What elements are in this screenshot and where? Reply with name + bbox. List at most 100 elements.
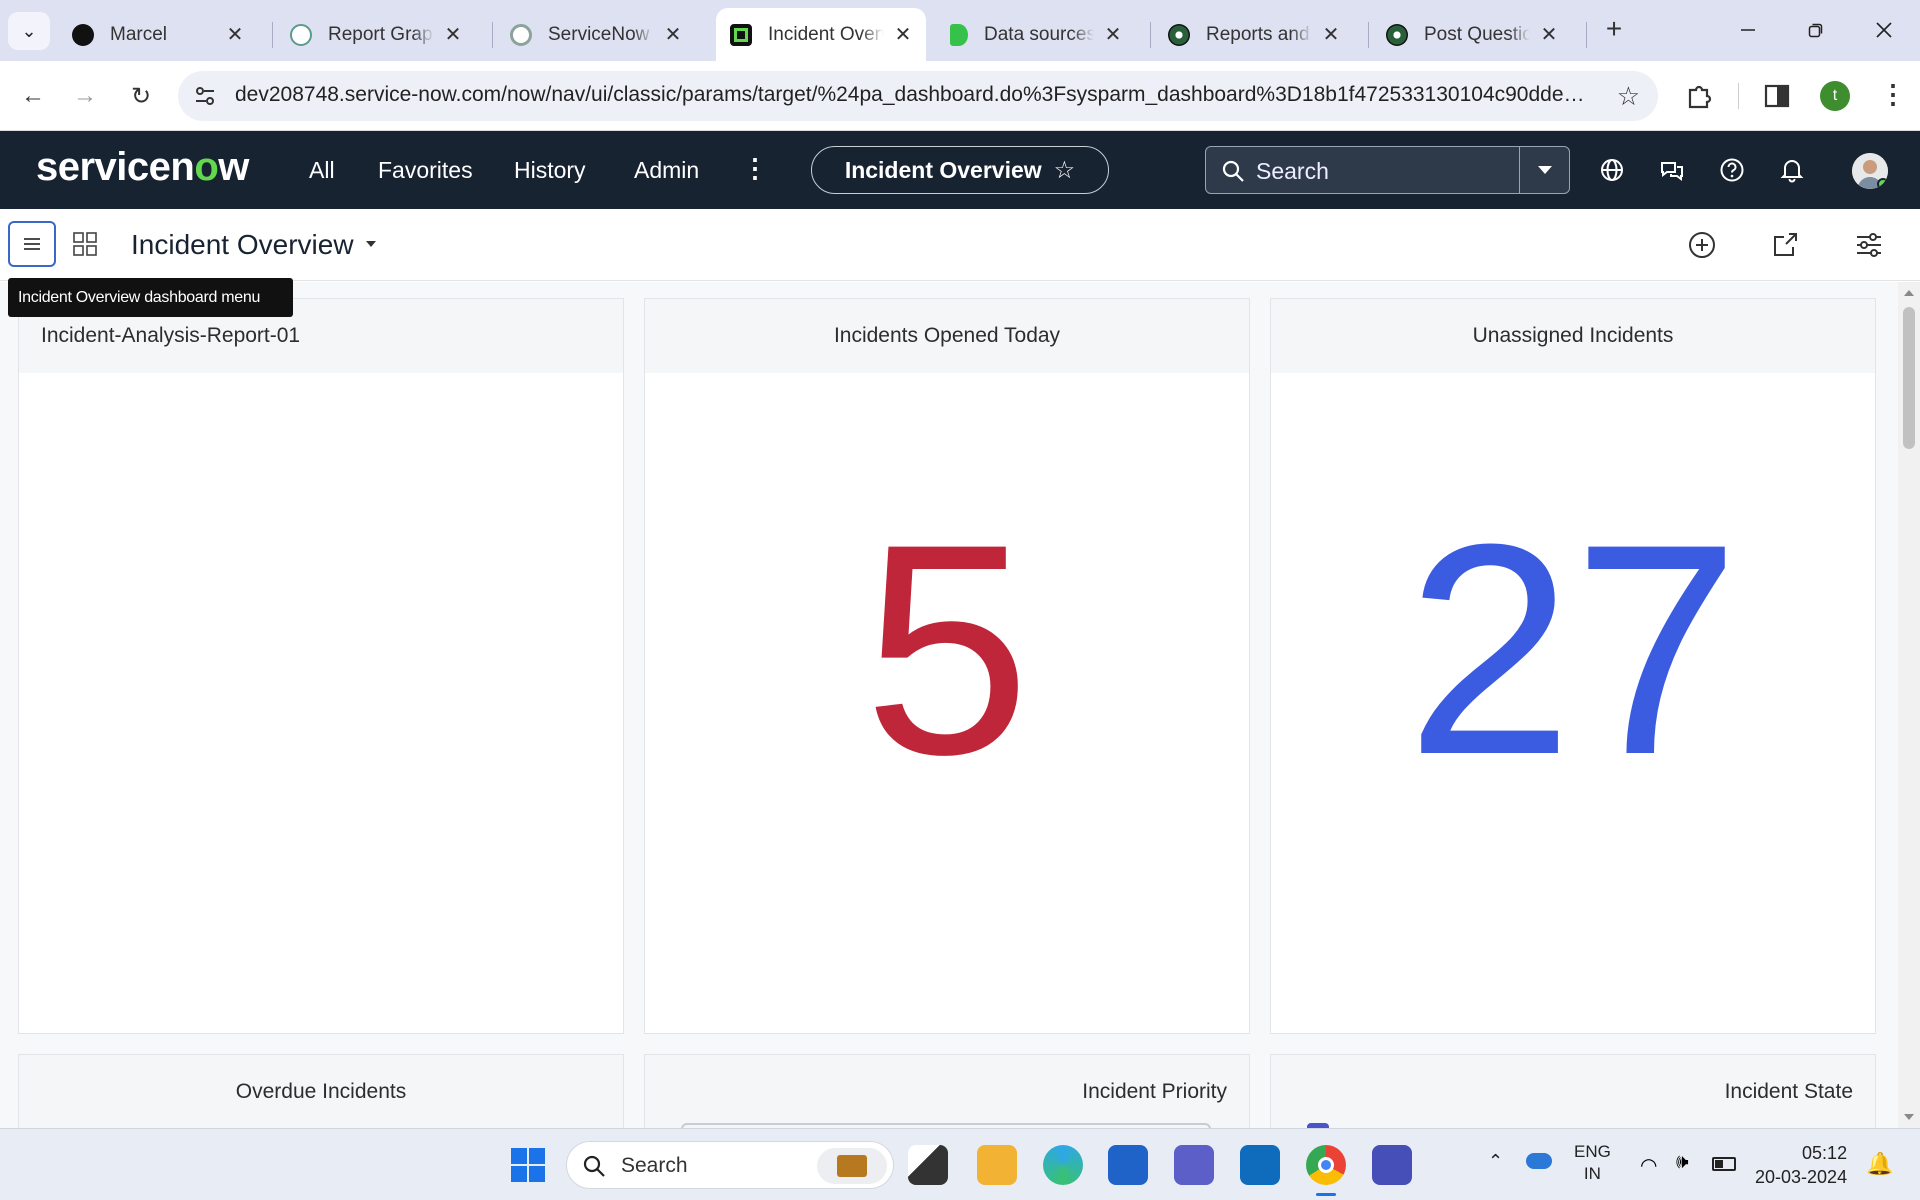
nav-history[interactable]: History <box>514 157 586 184</box>
tab-report-graph[interactable]: Report Graph ✕ <box>276 8 476 61</box>
reload-button[interactable]: ↻ <box>122 77 160 115</box>
servicenow-logo[interactable]: servicenow <box>36 145 249 190</box>
dashboard-switch-caret-icon[interactable] <box>366 241 376 247</box>
teams-icon[interactable] <box>1174 1145 1214 1185</box>
kebab-menu-icon[interactable]: ⋮ <box>1880 79 1906 110</box>
search-icon <box>1222 160 1244 182</box>
volume-icon[interactable]: 🕪 <box>1676 1151 1689 1174</box>
tab-servicenow-d[interactable]: ServiceNow D ✕ <box>496 8 696 61</box>
tab-incident-overview[interactable]: Incident Overv ✕ <box>716 8 926 61</box>
chat-icon[interactable] <box>1657 155 1687 185</box>
scroll-down-arrow-icon[interactable] <box>1904 1114 1914 1120</box>
scroll-up-arrow-icon[interactable] <box>1904 290 1914 296</box>
dashboard-canvas: Incident-Analysis-Report-01 Incidents Op… <box>0 282 1920 1128</box>
search-input[interactable]: Search <box>1256 158 1329 185</box>
tab-search-button[interactable]: ⌄ <box>8 12 50 50</box>
tab-title: Incident Overv <box>768 23 884 45</box>
bookmark-star-icon[interactable]: ☆ <box>1617 81 1640 112</box>
close-icon[interactable]: ✕ <box>224 22 246 47</box>
servicenow-header: servicenow All Favorites History Admin ⋮… <box>0 131 1920 209</box>
edge-icon[interactable] <box>1043 1145 1083 1185</box>
widget-overdue-incidents[interactable]: Overdue Incidents <box>18 1054 624 1128</box>
widget-incident-state[interactable]: Incident State <box>1270 1054 1876 1128</box>
file-explorer-icon[interactable] <box>977 1145 1017 1185</box>
dashboard-title[interactable]: Incident Overview <box>131 229 354 261</box>
nav-favorites[interactable]: Favorites <box>378 157 473 184</box>
system-clock[interactable]: 05:12 20-03-2024 <box>1755 1141 1847 1189</box>
page-scrollbar[interactable] <box>1898 282 1920 1128</box>
globe-icon[interactable] <box>1597 155 1627 185</box>
close-icon[interactable]: ✕ <box>892 22 914 47</box>
tab-divider <box>1586 22 1587 48</box>
address-bar[interactable]: dev208748.service-now.com/now/nav/ui/cla… <box>178 71 1658 121</box>
onedrive-icon[interactable] <box>1526 1153 1552 1169</box>
reload-icon: ↻ <box>130 82 152 110</box>
widget-incident-priority[interactable]: Incident Priority <box>644 1054 1250 1128</box>
browser-profile-avatar[interactable]: t <box>1820 81 1850 111</box>
context-title-pill[interactable]: Incident Overview ☆ <box>811 146 1109 194</box>
taskbar-search-label: Search <box>621 1154 688 1177</box>
extensions-icon[interactable] <box>1684 81 1714 111</box>
search-highlight-icon <box>817 1148 887 1184</box>
close-icon[interactable]: ✕ <box>662 22 684 47</box>
close-icon[interactable]: ✕ <box>442 22 464 47</box>
tab-data-sources[interactable]: Data sources f ✕ <box>936 8 1136 61</box>
tab-title: Post Question <box>1424 23 1530 45</box>
chrome-icon[interactable] <box>1306 1145 1346 1185</box>
help-icon[interactable] <box>1717 155 1747 185</box>
widget-incidents-opened-today[interactable]: Incidents Opened Today 5 <box>644 298 1250 1034</box>
user-avatar[interactable] <box>1852 153 1888 189</box>
servicenow-favicon-icon <box>730 23 752 46</box>
close-window-button[interactable] <box>1854 8 1914 52</box>
forward-button[interactable]: → <box>66 77 104 115</box>
scrollbar-thumb[interactable] <box>1903 307 1915 449</box>
search-scope-dropdown[interactable] <box>1519 147 1569 193</box>
single-score-value[interactable]: 27 <box>1271 499 1875 799</box>
side-panel-icon[interactable] <box>1764 83 1790 109</box>
nav-admin[interactable]: Admin <box>634 157 699 184</box>
favorite-star-icon[interactable]: ☆ <box>1054 156 1076 185</box>
wifi-icon[interactable]: ◠ <box>1640 1153 1657 1178</box>
taskbar-search[interactable]: Search <box>566 1141 894 1189</box>
back-button[interactable]: ← <box>14 77 52 115</box>
dashboard-menu-button[interactable] <box>8 221 56 267</box>
global-search[interactable]: Search <box>1205 146 1570 194</box>
nav-all[interactable]: All <box>309 157 335 184</box>
close-icon[interactable]: ✕ <box>1102 22 1124 47</box>
tab-reports-and-d[interactable]: Reports and D ✕ <box>1154 8 1354 61</box>
widget-title: Incident-Analysis-Report-01 <box>41 324 301 347</box>
close-icon[interactable]: ✕ <box>1538 22 1560 47</box>
add-widget-icon[interactable] <box>1686 229 1718 261</box>
more-menu-icon[interactable]: ⋮ <box>742 153 768 184</box>
widget-incident-analysis-report[interactable]: Incident-Analysis-Report-01 <box>18 298 624 1034</box>
bell-icon[interactable] <box>1777 155 1807 185</box>
chevron-up-icon[interactable]: ⌃ <box>1488 1151 1503 1172</box>
close-icon[interactable]: ✕ <box>1320 22 1342 47</box>
battery-icon[interactable] <box>1712 1157 1736 1171</box>
widget-header: Unassigned Incidents <box>1271 299 1875 373</box>
widget-header: Overdue Incidents <box>19 1055 623 1128</box>
restore-button[interactable] <box>1786 8 1846 52</box>
tab-favicon-icon <box>72 23 94 46</box>
store-icon[interactable] <box>1108 1145 1148 1185</box>
widget-unassigned-incidents[interactable]: Unassigned Incidents 27 <box>1270 298 1876 1034</box>
single-score-value[interactable]: 5 <box>645 499 1249 799</box>
restore-icon <box>1808 23 1823 38</box>
tab-marcel[interactable]: Marcel ✕ <box>58 8 258 61</box>
grid-view-icon[interactable] <box>72 231 98 257</box>
url-text[interactable]: dev208748.service-now.com/now/nav/ui/cla… <box>235 83 1590 107</box>
community-favicon-icon <box>1168 23 1190 46</box>
minimize-button[interactable] <box>1718 8 1778 52</box>
outlook-icon[interactable] <box>1240 1145 1280 1185</box>
windows-start-icon[interactable] <box>508 1145 548 1185</box>
task-view-icon[interactable] <box>908 1145 948 1185</box>
browser-toolbar: ← → ↻ dev208748.service-now.com/now/nav/… <box>0 61 1920 131</box>
input-language[interactable]: ENG IN <box>1574 1141 1611 1185</box>
notification-bell-icon[interactable]: 🔔 <box>1866 1151 1893 1177</box>
filter-settings-icon[interactable] <box>1853 229 1885 261</box>
tab-title: ServiceNow D <box>548 23 654 45</box>
share-icon[interactable] <box>1769 229 1801 261</box>
tab-post-question[interactable]: Post Question ✕ <box>1372 8 1572 61</box>
new-tab-button[interactable]: + <box>1596 12 1632 48</box>
teams-new-icon[interactable] <box>1372 1145 1412 1185</box>
